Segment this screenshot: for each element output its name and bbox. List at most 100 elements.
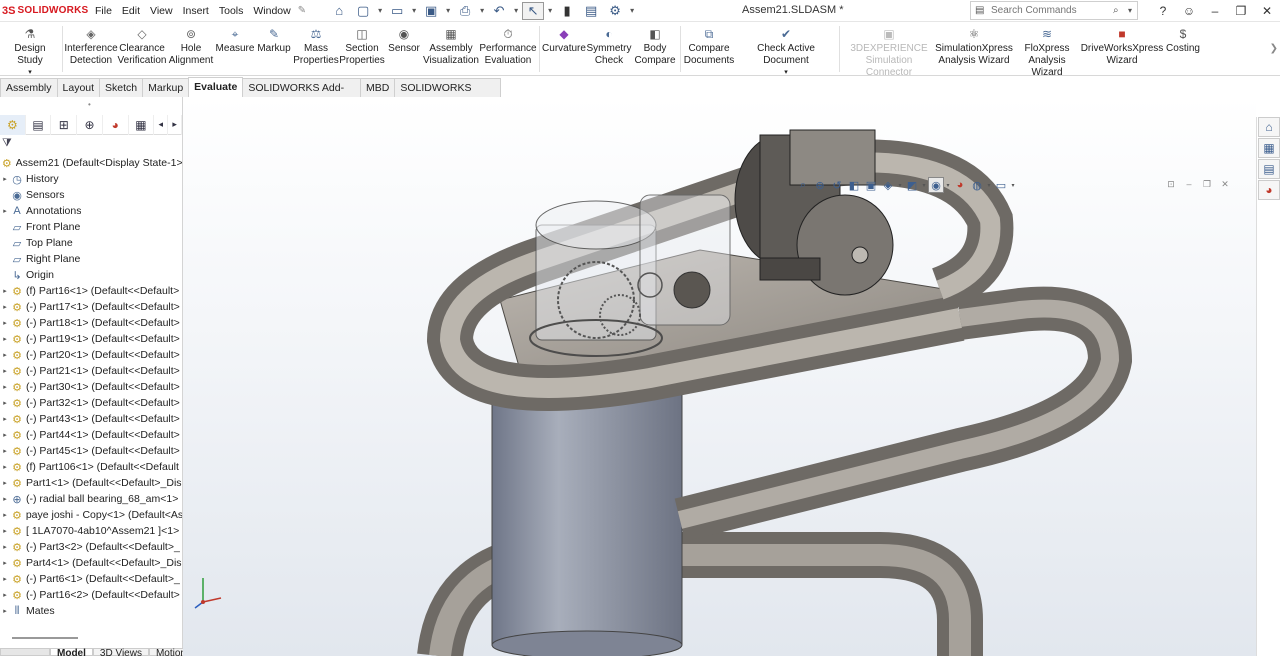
section-properties-button[interactable]: ◫ Section Properties — [339, 23, 385, 67]
cam-manager-icon[interactable]: ▦ — [129, 114, 155, 135]
select-cursor-icon[interactable]: ↖ — [522, 1, 545, 20]
tree-item[interactable]: ▸ ⚙ (f) Part16<1> (Default<<Default> — [0, 283, 182, 299]
menu-view[interactable]: View — [145, 5, 178, 17]
hide-show-items-icon[interactable]: ◉ — [928, 177, 944, 193]
markup-button[interactable]: ✎ Markup — [255, 23, 293, 55]
curvature-button[interactable]: ◆ Curvature — [542, 23, 586, 55]
apply-scene-icon[interactable]: ◍ — [969, 177, 985, 193]
bottom-tab-nav[interactable] — [0, 648, 50, 656]
panel-collapse-handle[interactable]: • — [88, 100, 91, 109]
tab-layout[interactable]: Layout — [56, 78, 101, 97]
tree-item[interactable]: ▸ ⚙ (-) Part30<1> (Default<<Default> — [0, 379, 182, 395]
tree-item[interactable]: ▸ ⚙ (-) Part43<1> (Default<<Default> — [0, 411, 182, 427]
view-settings-icon[interactable]: ▭ — [993, 177, 1009, 193]
clearance-verification-button[interactable]: ◇ Clearance Verification — [117, 23, 167, 67]
expand-arrow-icon[interactable]: ▸ — [0, 351, 10, 359]
expand-arrow-icon[interactable]: ▸ — [0, 463, 10, 471]
tab-solidworks-cam[interactable]: SOLIDWORKS CAM — [394, 78, 501, 112]
section-view-icon[interactable]: ◧ — [846, 177, 862, 193]
pin-icon[interactable]: ✎ — [298, 5, 306, 16]
design-library-icon[interactable]: ▦ — [1258, 138, 1280, 158]
tree-item[interactable]: ▸ ⊕ (-) radial ball bearing_68_am<1> — [0, 491, 182, 507]
options-dropdown-icon[interactable]: ▾ — [628, 2, 636, 20]
expand-arrow-icon[interactable]: ▸ — [0, 367, 10, 375]
tree-item[interactable]: ▸ ⚙ (f) Part106<1> (Default<<Default — [0, 459, 182, 475]
tab-evaluate[interactable]: Evaluate — [188, 77, 244, 97]
expand-arrow-icon[interactable]: ▸ — [0, 335, 10, 343]
assembly-model[interactable] — [183, 97, 1256, 656]
tab-assembly[interactable]: Assembly — [0, 78, 58, 97]
horizontal-scrollbar[interactable] — [12, 637, 78, 639]
tabs-scroll-left-icon[interactable]: ◂ — [154, 114, 169, 135]
save-icon[interactable]: ▣ — [420, 2, 442, 20]
menu-tools[interactable]: Tools — [214, 5, 249, 17]
expand-arrow-icon[interactable]: ▸ — [0, 383, 10, 391]
interference-detection-button[interactable]: ◈ Interference Detection — [64, 23, 117, 67]
appearances-icon[interactable]: ◕ — [1258, 180, 1280, 200]
tree-item[interactable]: ▸ ⚙ (-) Part18<1> (Default<<Default> — [0, 315, 182, 331]
configuration-manager-icon[interactable]: ⊞ — [51, 114, 78, 135]
ribbon-scroll-right-icon[interactable]: ❯ — [1270, 43, 1278, 54]
tree-item[interactable]: ▸ ⚙ (-) Part44<1> (Default<<Default> — [0, 427, 182, 443]
tree-item[interactable]: ↳ Origin — [0, 267, 182, 283]
user-account-icon[interactable]: ☺ — [1176, 0, 1202, 22]
tree-item[interactable]: ▸ ⚙ [ 1LA7070-4ab10^Assem21 ]<1> — [0, 523, 182, 539]
file-properties-icon[interactable]: ▤ — [580, 2, 602, 20]
floxpress-button[interactable]: ≋ FloXpress Analysis Wizard — [1012, 23, 1082, 79]
check-document-dropdown-icon[interactable]: ▾ — [784, 67, 788, 79]
hide-show-dropdown-icon[interactable]: ▾ — [945, 177, 951, 193]
expand-arrow-icon[interactable]: ▸ — [0, 511, 10, 519]
body-compare-button[interactable]: ◧ Body Compare — [632, 23, 678, 67]
tree-item[interactable]: ▸ ⚙ (-) Part45<1> (Default<<Default> — [0, 443, 182, 459]
search-input[interactable] — [971, 5, 1101, 16]
tree-item[interactable]: ▸ ⚙ (-) Part3<2> (Default<<Default>_ — [0, 539, 182, 555]
viewport-minimize-icon[interactable]: – — [1182, 177, 1196, 191]
save-dropdown-icon[interactable]: ▾ — [444, 2, 452, 20]
search-dropdown-icon[interactable]: ▾ — [1128, 6, 1132, 15]
print-dropdown-icon[interactable]: ▾ — [478, 2, 486, 20]
expand-arrow-icon[interactable]: ▸ — [0, 303, 10, 311]
display-style-dropdown-icon[interactable]: ▾ — [921, 177, 927, 193]
expand-arrow-icon[interactable]: ▸ — [0, 607, 10, 615]
tree-item[interactable]: ▸ ◷ History — [0, 171, 182, 187]
tab-mbd[interactable]: MBD — [359, 78, 396, 97]
driveworksxpress-button[interactable]: ■ DriveWorksXpress Wizard — [1081, 23, 1164, 67]
assembly-visualization-button[interactable]: ▦ Assembly Visualization — [423, 23, 479, 67]
home-icon[interactable]: ⌂ — [328, 2, 350, 20]
tree-item[interactable]: ▱ Right Plane — [0, 251, 182, 267]
3dexperience-simulation-connector-button[interactable]: ▣ 3DEXPERIENCE Simulation Connector — [842, 23, 936, 79]
viewport-tile-icon[interactable]: ⊡ — [1164, 177, 1178, 191]
expand-arrow-icon[interactable]: ▸ — [0, 431, 10, 439]
tab-sketch[interactable]: Sketch — [99, 78, 144, 97]
tree-item[interactable]: ▸ ⚙ Part1<1> (Default<<Default>_Dis — [0, 475, 182, 491]
expand-arrow-icon[interactable]: ▸ — [0, 495, 10, 503]
performance-evaluation-button[interactable]: ⏱ Performance Evaluation — [479, 23, 537, 67]
expand-arrow-icon[interactable]: ▸ — [0, 479, 10, 487]
featuremanager-tree-icon[interactable]: ⚙ — [0, 114, 26, 135]
new-dropdown-icon[interactable]: ▾ — [376, 2, 384, 20]
menu-edit[interactable]: Edit — [117, 5, 145, 17]
tree-item[interactable]: ▱ Top Plane — [0, 235, 182, 251]
expand-arrow-icon[interactable]: ▸ — [0, 287, 10, 295]
minimize-icon[interactable]: – — [1202, 0, 1228, 22]
expand-arrow-icon[interactable]: ▸ — [0, 319, 10, 327]
search-scope-icon[interactable]: ▤ — [975, 5, 984, 16]
undo-icon[interactable]: ↶ — [488, 2, 510, 20]
display-style-icon[interactable]: ◩ — [904, 177, 920, 193]
view-orientation-dropdown-icon[interactable]: ▾ — [897, 177, 903, 193]
expand-arrow-icon[interactable]: ▸ — [0, 543, 10, 551]
search-icon[interactable]: ⌕ — [1113, 5, 1119, 16]
tabs-scroll-right-icon[interactable]: ▸ — [168, 114, 183, 135]
vertical-cylinder[interactable] — [491, 394, 683, 656]
view-orientation-icon[interactable]: ◈ — [880, 177, 896, 193]
expand-arrow-icon[interactable]: ▸ — [0, 527, 10, 535]
expand-arrow-icon[interactable]: ▸ — [0, 591, 10, 599]
expand-arrow-icon[interactable]: ▸ — [0, 399, 10, 407]
solidworks-resources-icon[interactable]: ⌂ — [1258, 117, 1280, 137]
property-manager-icon[interactable]: ▤ — [26, 114, 52, 135]
tree-item[interactable]: ▸ ⚙ (-) Part17<1> (Default<<Default> — [0, 299, 182, 315]
menu-file[interactable]: File — [90, 5, 117, 17]
mass-properties-button[interactable]: ⚖ Mass Properties — [293, 23, 339, 67]
tree-item[interactable]: ▸ ⚙ (-) Part20<1> (Default<<Default> — [0, 347, 182, 363]
design-study-button[interactable]: ⚗ Design Study ▾ — [0, 23, 60, 79]
